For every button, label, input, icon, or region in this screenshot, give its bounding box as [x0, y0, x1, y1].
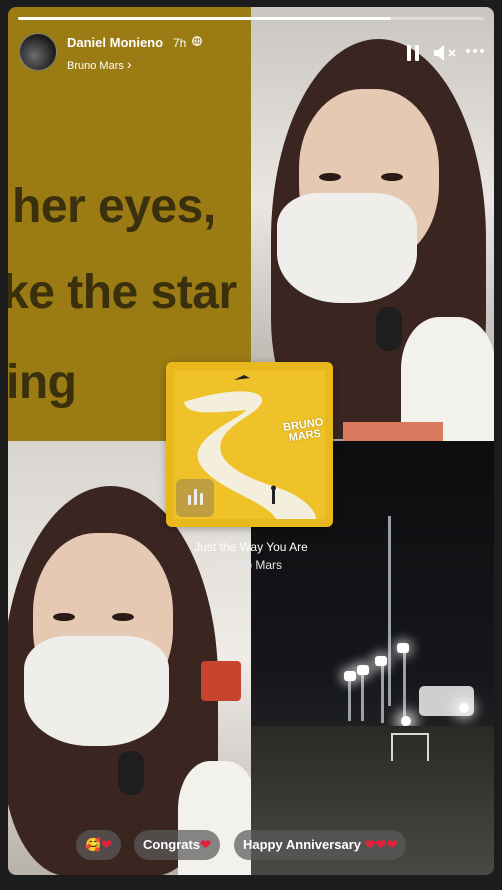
user-name[interactable]: Daniel Monieno [67, 35, 163, 50]
lyric-line-1: her eyes, [12, 180, 216, 233]
reaction-pill-anniversary[interactable]: Happy Anniversary ❤❤❤ [234, 830, 407, 860]
muted-speaker-icon[interactable] [433, 44, 459, 62]
track-title: Just the Way You Are [194, 540, 308, 554]
heart-icon: ❤ [200, 837, 211, 852]
story-progress-fill [18, 17, 391, 20]
story-progress-bar [18, 17, 484, 20]
reaction-pill-love[interactable]: 🥰❤ [76, 830, 122, 860]
chevron-right-icon: › [126, 56, 132, 72]
time-ago: 7h [173, 36, 187, 50]
reaction-label-congrats: Congrats [143, 837, 201, 852]
heart-icon: ❤ [386, 837, 398, 852]
album-art[interactable]: BRUNO MARS [166, 362, 333, 527]
heart-icon: ❤ [364, 837, 376, 852]
pause-button[interactable] [406, 45, 420, 61]
globe-icon [192, 36, 202, 46]
more-options-button[interactable] [466, 49, 484, 55]
story-viewer: her eyes, ke the star ing Daniel Monieno… [8, 7, 494, 875]
equalizer-icon[interactable] [176, 479, 214, 517]
song-link-label: Bruno Mars [67, 60, 124, 72]
track-artist: Bruno Mars [219, 558, 283, 572]
reaction-label-anniversary: Happy Anniversary [243, 837, 362, 852]
smiling-face-hearts-icon: 🥰 [85, 837, 102, 852]
avatar[interactable] [19, 33, 57, 71]
heart-icon: ❤ [375, 837, 387, 852]
lyric-line-2: ke the star [8, 266, 237, 319]
lyric-line-3: ing [8, 356, 77, 409]
heart-icon: ❤ [101, 837, 113, 852]
reaction-pill-congrats[interactable]: Congrats❤ [134, 830, 220, 860]
song-link[interactable]: Bruno Mars › [67, 56, 132, 72]
